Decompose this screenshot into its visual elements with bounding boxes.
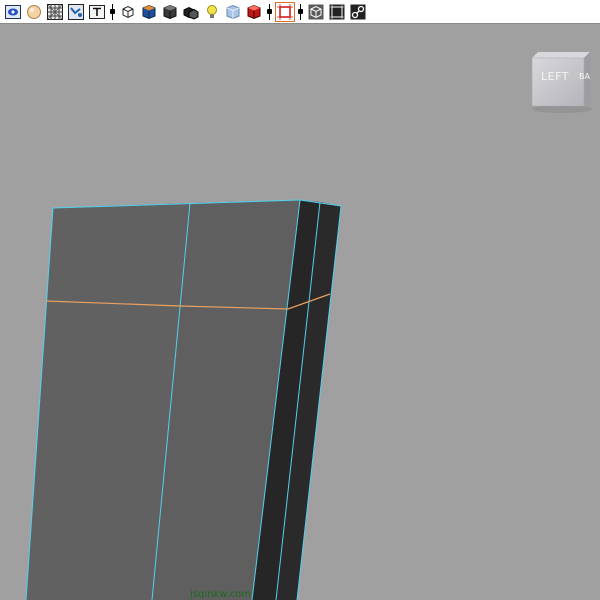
viewport-toolbar — [0, 0, 600, 24]
viewcube-icon — [531, 52, 592, 113]
isolate-select-button[interactable] — [307, 3, 325, 21]
wireframe-cube-icon — [120, 4, 136, 20]
shadow-button[interactable] — [182, 3, 200, 21]
wireframe-grid-button[interactable] — [46, 3, 64, 21]
watermark-text: jsqinkw.com — [190, 590, 252, 600]
toolbar-separator[interactable] — [109, 3, 116, 21]
lighting-sphere-icon — [26, 4, 42, 20]
resolution-gate-icon — [329, 4, 345, 20]
maya-window: LEFT BA jsqinkw.com — [0, 0, 600, 600]
shadow-cube-icon — [183, 4, 199, 20]
camera-view-button[interactable] — [4, 3, 22, 21]
flat-shade-cube-icon — [162, 4, 178, 20]
text-display-button[interactable] — [88, 3, 106, 21]
textured-button[interactable] — [245, 3, 263, 21]
lighting-sphere-button[interactable] — [25, 3, 43, 21]
toolbar-separator[interactable] — [266, 3, 273, 21]
isolate-cube-icon — [308, 4, 324, 20]
red-cube-icon — [246, 4, 262, 20]
xray-button[interactable] — [224, 3, 242, 21]
uv-texture-icon — [68, 3, 84, 20]
smooth-shade-cube-icon — [141, 4, 157, 20]
viewcube[interactable]: LEFT BA — [528, 50, 596, 114]
flat-shade-button[interactable] — [161, 3, 179, 21]
smooth-shade-button[interactable] — [140, 3, 158, 21]
uv-texture-button[interactable] — [67, 3, 85, 21]
3d-viewport[interactable]: LEFT BA jsqinkw.com — [0, 24, 600, 600]
wireframe-grid-icon — [47, 3, 63, 20]
frame-selection-icon — [277, 3, 293, 20]
mesh-object[interactable] — [0, 24, 600, 600]
light-bulb-icon — [204, 4, 220, 20]
resolution-gate-button[interactable] — [328, 3, 346, 21]
camera-view-icon — [5, 4, 21, 20]
link-chain-icon — [350, 4, 366, 20]
toolbar-separator[interactable] — [297, 3, 304, 21]
link-button[interactable] — [349, 3, 367, 21]
xray-cube-icon — [225, 4, 241, 20]
frame-selection-button[interactable] — [275, 1, 295, 22]
text-t-icon — [89, 4, 105, 20]
use-lights-button[interactable] — [203, 3, 221, 21]
wireframe-cube-button[interactable] — [119, 3, 137, 21]
